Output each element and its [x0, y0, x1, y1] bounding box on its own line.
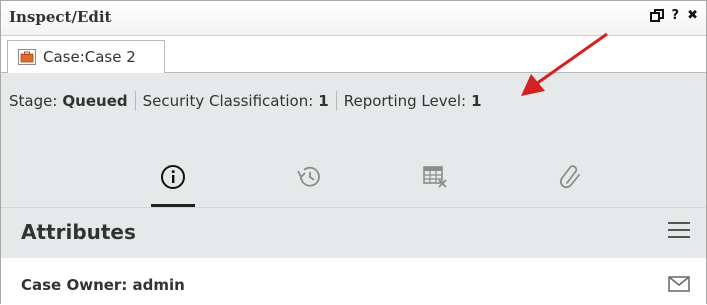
restore-icon[interactable] [649, 9, 664, 23]
tab-label: Case:Case 2 [43, 48, 136, 66]
paperclip-icon[interactable] [551, 157, 591, 197]
mail-icon[interactable] [668, 276, 690, 292]
close-button[interactable]: ✖ [687, 7, 698, 25]
history-icon[interactable] [289, 157, 329, 197]
window-titlebar: Inspect/Edit ? ✖ [1, 1, 706, 36]
reporting-label: Reporting Level: [343, 92, 467, 110]
window-title: Inspect/Edit [9, 8, 112, 26]
stage-value: Queued [62, 92, 128, 110]
window-controls: ? ✖ [649, 7, 698, 25]
attributes-title: Attributes [21, 220, 136, 244]
divider [134, 91, 136, 111]
stage-label: Stage: [9, 92, 58, 110]
calendar-table-icon[interactable] [415, 157, 455, 197]
case-briefcase-icon [18, 49, 36, 65]
tab-strip: Case:Case 2 [1, 36, 706, 73]
hamburger-menu-icon[interactable] [668, 222, 690, 240]
case-owner: Case Owner: admin [21, 276, 185, 294]
reporting-value: 1 [471, 92, 482, 110]
detail-icon-tabs [1, 151, 706, 207]
inspect-edit-window: Inspect/Edit ? ✖ Case:Case 2 Stage: Queu… [0, 0, 707, 304]
info-icon[interactable] [151, 157, 195, 207]
attributes-header: Attributes [1, 207, 706, 258]
case-owner-row: Case Owner: admin [1, 258, 706, 304]
help-button[interactable]: ? [672, 7, 680, 25]
case-summary-panel: Stage: Queued Security Classification: 1… [1, 73, 706, 207]
security-value: 1 [318, 92, 329, 110]
divider [335, 91, 337, 111]
security-label: Security Classification: [142, 92, 314, 110]
tab-case-2[interactable]: Case:Case 2 [7, 40, 165, 73]
status-line: Stage: Queued Security Classification: 1… [9, 91, 482, 111]
